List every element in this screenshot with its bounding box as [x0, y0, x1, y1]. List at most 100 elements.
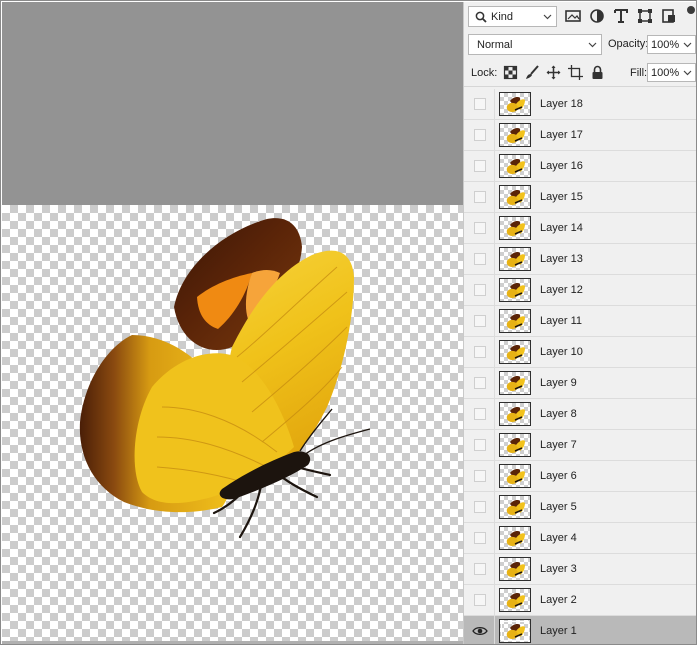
shape-filter-icon[interactable] — [636, 7, 654, 25]
lock-position-icon[interactable] — [546, 65, 561, 80]
layer-thumbnail[interactable] — [499, 247, 531, 271]
layer-name[interactable]: Layer 17 — [540, 129, 583, 141]
layer-name[interactable]: Layer 16 — [540, 160, 583, 172]
layer-thumbnail[interactable] — [499, 526, 531, 550]
visibility-toggle[interactable] — [474, 284, 486, 296]
fill-field[interactable]: 100% — [647, 63, 696, 82]
visibility-toggle[interactable] — [474, 408, 486, 420]
layer-row[interactable]: Layer 14 — [464, 213, 696, 244]
type-filter-icon[interactable] — [612, 7, 630, 25]
lock-all-icon[interactable] — [590, 65, 605, 80]
column-divider — [494, 89, 495, 119]
lock-transparency-icon[interactable] — [503, 65, 518, 80]
layer-thumbnail[interactable] — [499, 371, 531, 395]
visibility-toggle[interactable] — [474, 532, 486, 544]
blend-mode-select[interactable]: Normal — [468, 34, 602, 55]
layer-name[interactable]: Layer 8 — [540, 408, 577, 420]
visibility-toggle[interactable] — [474, 470, 486, 482]
visibility-toggle[interactable] — [474, 129, 486, 141]
lock-artboard-icon[interactable] — [568, 65, 583, 80]
layer-row[interactable]: Layer 12 — [464, 275, 696, 306]
layer-thumbnail-butterfly — [506, 159, 525, 174]
visibility-toggle[interactable] — [474, 98, 486, 110]
layer-row[interactable]: Layer 8 — [464, 399, 696, 430]
layer-name[interactable]: Layer 6 — [540, 470, 577, 482]
layer-name[interactable]: Layer 11 — [540, 315, 582, 327]
layer-thumbnail[interactable] — [499, 619, 531, 643]
layer-name[interactable]: Layer 4 — [540, 532, 577, 544]
layer-row[interactable]: Layer 13 — [464, 244, 696, 275]
layer-thumbnail[interactable] — [499, 588, 531, 612]
layer-name[interactable]: Layer 15 — [540, 191, 583, 203]
image-filter-icon[interactable] — [564, 7, 582, 25]
layer-thumbnail[interactable] — [499, 433, 531, 457]
layer-thumbnail[interactable] — [499, 216, 531, 240]
opacity-field[interactable]: 100% — [647, 35, 696, 54]
layer-thumbnail[interactable] — [499, 309, 531, 333]
layer-row[interactable]: Layer 3 — [464, 554, 696, 585]
layer-name[interactable]: Layer 9 — [540, 377, 577, 389]
layer-name[interactable]: Layer 1 — [540, 625, 577, 637]
visibility-toggle[interactable] — [474, 594, 486, 606]
layer-thumbnail[interactable] — [499, 154, 531, 178]
layer-name[interactable]: Layer 5 — [540, 501, 577, 513]
layer-row[interactable]: Layer 10 — [464, 337, 696, 368]
layer-filter-bar: Kind — [464, 2, 696, 30]
layer-name[interactable]: Layer 2 — [540, 594, 577, 606]
layer-thumbnail-butterfly — [506, 97, 525, 112]
layer-thumbnail[interactable] — [499, 557, 531, 581]
document-canvas-area[interactable] — [2, 2, 463, 644]
layer-row[interactable]: Layer 6 — [464, 461, 696, 492]
smart-object-filter-icon[interactable] — [660, 7, 678, 25]
opacity-label: Opacity: — [608, 38, 649, 50]
visibility-toggle[interactable] — [474, 346, 486, 358]
layer-name[interactable]: Layer 7 — [540, 439, 577, 451]
layer-row[interactable]: Layer 17 — [464, 120, 696, 151]
visibility-toggle[interactable] — [474, 222, 486, 234]
layer-row[interactable]: Layer 1 — [464, 616, 696, 644]
layer-row[interactable]: Layer 2 — [464, 585, 696, 616]
layer-thumbnail-butterfly — [506, 562, 525, 577]
visibility-toggle[interactable] — [474, 191, 486, 203]
visibility-toggle[interactable] — [474, 563, 486, 575]
layer-row[interactable]: Layer 7 — [464, 430, 696, 461]
layer-row[interactable]: Layer 18 — [464, 89, 696, 120]
visibility-toggle[interactable] — [474, 439, 486, 451]
layer-row[interactable]: Layer 15 — [464, 182, 696, 213]
layer-name[interactable]: Layer 12 — [540, 284, 583, 296]
visibility-toggle[interactable] — [474, 501, 486, 513]
layer-row[interactable]: Layer 16 — [464, 151, 696, 182]
butterfly-image[interactable] — [62, 207, 392, 552]
layer-row[interactable]: Layer 4 — [464, 523, 696, 554]
visibility-toggle[interactable] — [474, 377, 486, 389]
layer-name[interactable]: Layer 13 — [540, 253, 583, 265]
layer-thumbnail[interactable] — [499, 123, 531, 147]
layer-thumbnail[interactable] — [499, 402, 531, 426]
blend-opacity-row: Normal Opacity: 100% — [464, 31, 696, 59]
eye-icon[interactable] — [472, 625, 488, 637]
column-divider — [494, 430, 495, 460]
layer-name[interactable]: Layer 18 — [540, 98, 583, 110]
layer-thumbnail[interactable] — [499, 185, 531, 209]
layer-thumbnail[interactable] — [499, 92, 531, 116]
filter-toggle-icon[interactable] — [687, 6, 695, 14]
lock-label: Lock: — [471, 67, 498, 79]
visibility-toggle[interactable] — [474, 253, 486, 265]
layer-row[interactable]: Layer 5 — [464, 492, 696, 523]
visibility-toggle[interactable] — [474, 160, 486, 172]
layer-name[interactable]: Layer 3 — [540, 563, 577, 575]
filter-kind-select[interactable]: Kind — [468, 6, 557, 27]
lock-image-pixels-icon[interactable] — [525, 65, 540, 80]
layer-thumbnail[interactable] — [499, 464, 531, 488]
layer-row[interactable]: Layer 11 — [464, 306, 696, 337]
layer-name[interactable]: Layer 14 — [540, 222, 583, 234]
layer-name[interactable]: Layer 10 — [540, 346, 583, 358]
layer-row[interactable]: Layer 9 — [464, 368, 696, 399]
layer-thumbnail[interactable] — [499, 495, 531, 519]
visibility-toggle[interactable] — [474, 315, 486, 327]
layer-thumbnail-butterfly — [506, 469, 525, 484]
adjustment-filter-icon[interactable] — [588, 7, 606, 25]
layer-thumbnail-butterfly — [506, 314, 525, 329]
layer-thumbnail[interactable] — [499, 278, 531, 302]
layer-thumbnail[interactable] — [499, 340, 531, 364]
